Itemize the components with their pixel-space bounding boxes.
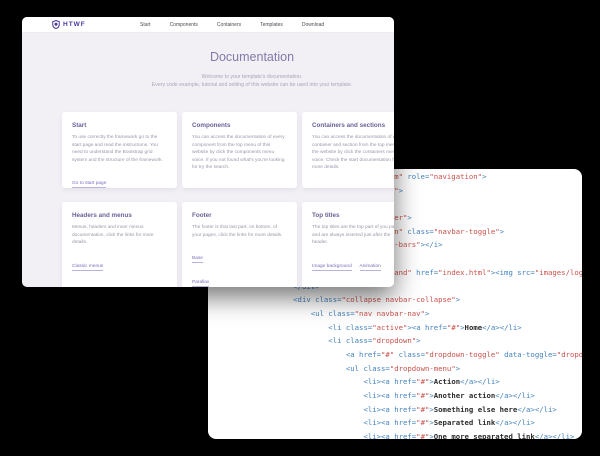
- card-link-base[interactable]: Base: [192, 256, 203, 263]
- doc-card-containers-and-sections: Containers and sections You can access th…: [302, 112, 394, 188]
- page-title: Documentation: [132, 50, 372, 64]
- nav-item-containers[interactable]: Containers: [217, 22, 241, 28]
- code-line: <li><a href="#">Action</a></li>: [258, 375, 582, 389]
- card-link-row: Go to start page: [72, 171, 167, 188]
- code-line: <li><a href="#">Something else here</a><…: [258, 403, 582, 417]
- nav-item-components[interactable]: Components: [170, 22, 198, 28]
- card-link-column: Base: [192, 246, 249, 264]
- desktop-background: HTWF Start Components Containers Templates D…: [0, 0, 600, 456]
- card-link-go-to-start-page[interactable]: Go to start page: [72, 181, 106, 188]
- card-link-classic-menus[interactable]: Classic menus: [72, 264, 103, 271]
- code-line: <li class="dropdown">: [258, 334, 582, 348]
- hero-section: Documentation Welcome to your template's…: [132, 50, 372, 89]
- card-description: You can access the documentation of ever…: [192, 134, 287, 172]
- card-link-parallax[interactable]: Parallax: [192, 280, 209, 287]
- doc-card-headers-and-menus: Headers and menus Menus, headers and inne…: [62, 202, 177, 287]
- card-link-row: Base: [192, 246, 287, 264]
- card-link-column: Classic menus: [72, 254, 129, 272]
- card-description: Menus, headers and inner menus documenta…: [72, 224, 167, 247]
- card-link-row: Parallax: [192, 270, 287, 287]
- card-link-row: Side menus: [72, 278, 167, 287]
- card-title: Top titles: [312, 212, 394, 219]
- code-line: <ul class="nav navbar-nav">: [258, 307, 582, 321]
- doc-card-start: Start To use correctly the framework go t…: [62, 112, 177, 188]
- card-title: Containers and sections: [312, 122, 394, 129]
- card-link-row: Image background Animation: [312, 254, 394, 272]
- card-link-column: Image background: [312, 254, 360, 272]
- card-description: The top titles are the top part of you p…: [312, 224, 394, 247]
- card-link-column: Go to start page: [72, 171, 129, 188]
- card-title: Components: [192, 122, 287, 129]
- card-link-column: Slider background: [312, 278, 360, 287]
- doc-card-top-titles: Top titles The top titles are the top par…: [302, 202, 394, 287]
- card-link-column: Show the menu: [192, 179, 249, 188]
- card-link-column: Base: [360, 278, 395, 287]
- brand-name: HTWF: [63, 21, 86, 28]
- doc-cards-grid: Start To use correctly the framework go t…: [62, 112, 394, 287]
- shield-badge-icon: [52, 20, 60, 29]
- documentation-page-window: HTWF Start Components Containers Templates D…: [22, 17, 394, 287]
- page-subtitle-line1: Welcome to your template's documentation…: [132, 73, 372, 81]
- card-link-column: Parallax: [192, 270, 249, 287]
- card-title: Start: [72, 122, 167, 129]
- code-line: <li><a href="#">Another action</a></li>: [258, 389, 582, 403]
- page-subtitle-line2: Every code example, tutorial and setting…: [132, 81, 372, 89]
- brand-logo[interactable]: HTWF: [52, 20, 86, 29]
- card-description: To use correctly the framework go to the…: [72, 134, 167, 164]
- code-line: <div class="collapse navbar-collapse">: [258, 293, 582, 307]
- card-link-column: Show the menu: [312, 179, 369, 188]
- doc-card-footer: Footer The footer is that last part, on b…: [182, 202, 297, 287]
- code-line: <ul class="dropdown-menu">: [258, 362, 582, 376]
- card-link-row: Slider backgroundBase: [312, 278, 394, 287]
- card-link-row: Classic menus: [72, 254, 167, 272]
- doc-card-components: Components You can access the documentati…: [182, 112, 297, 188]
- card-link-column: Side menus: [72, 278, 129, 287]
- code-line: <li><a href="#">One more separated link<…: [258, 430, 582, 439]
- card-description: The footer is that last part, on bottom,…: [192, 224, 287, 239]
- card-description: You can access the documentation of ever…: [312, 134, 394, 172]
- card-link-image-background[interactable]: Image background: [312, 264, 352, 271]
- card-link-row: Show the menu: [312, 179, 394, 188]
- navbar-menu: Start Components Containers Templates Downlo…: [140, 17, 324, 32]
- nav-item-templates[interactable]: Templates: [260, 22, 283, 28]
- code-line: <li class="active"><a href="#">Home</a><…: [258, 321, 582, 335]
- card-link-column: Animation: [360, 254, 395, 272]
- code-line: <li><a href="#">Separated link</a></li>: [258, 416, 582, 430]
- nav-item-start[interactable]: Start: [140, 22, 151, 28]
- site-navbar: HTWF Start Components Containers Templates D…: [22, 17, 394, 33]
- card-link-row: Show the menu: [192, 179, 287, 188]
- code-line: <a href="#" class="dropdown-toggle" data…: [258, 348, 582, 362]
- nav-item-download[interactable]: Download: [302, 22, 324, 28]
- card-title: Headers and menus: [72, 212, 167, 219]
- card-link-animation[interactable]: Animation: [360, 264, 381, 271]
- card-title: Footer: [192, 212, 287, 219]
